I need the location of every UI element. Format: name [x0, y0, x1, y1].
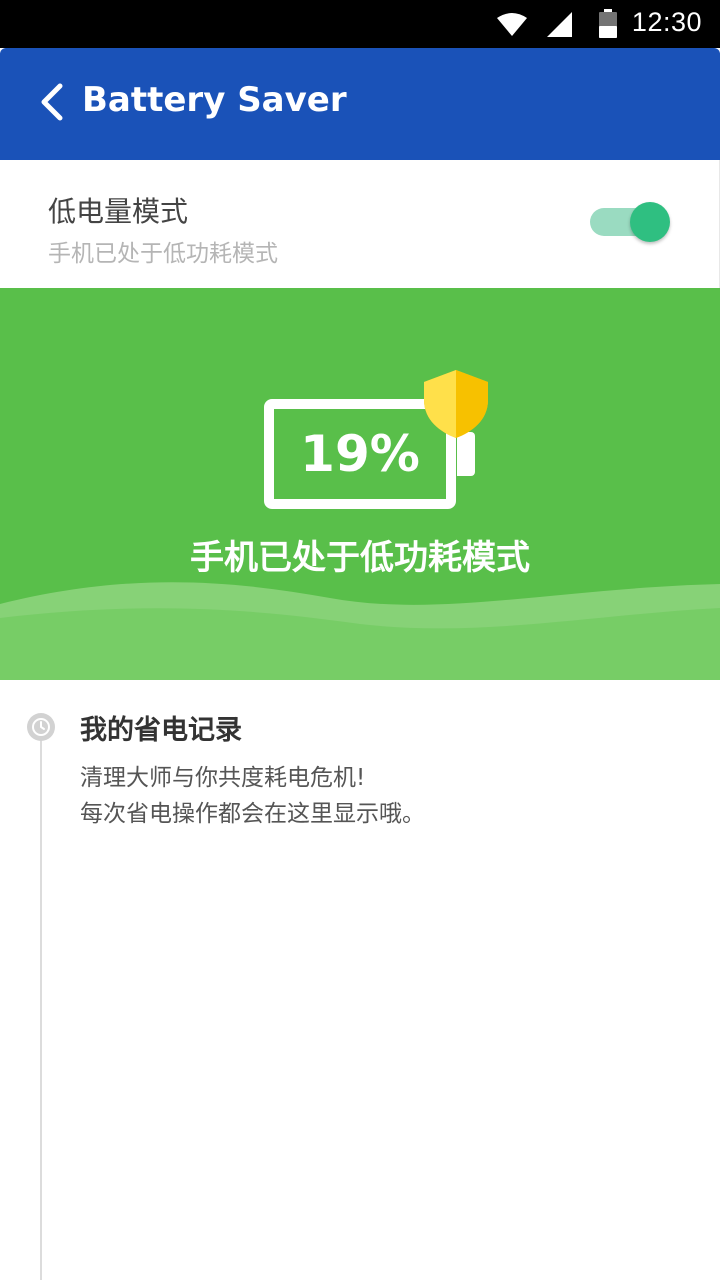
wifi-icon	[496, 12, 528, 42]
history-description-line: 清理大师与你共度耗电危机!	[80, 765, 366, 791]
battery-icon	[598, 9, 618, 43]
status-bar: 12:30	[0, 0, 720, 48]
low-power-mode-subtitle: 手机已处于低功耗模式	[48, 241, 278, 267]
battery-status-message: 手机已处于低功耗模式	[190, 538, 530, 578]
timeline-line	[40, 740, 42, 1280]
shield-icon	[420, 366, 492, 446]
status-time: 12:30	[631, 7, 702, 37]
toggle-thumb	[630, 202, 670, 242]
history-description-line: 每次省电操作都会在这里显示哦。	[80, 801, 425, 827]
clock-icon	[26, 712, 56, 746]
history-title: 我的省电记录	[80, 715, 242, 746]
page-title: Battery Saver	[82, 80, 347, 120]
signal-icon	[546, 12, 574, 42]
back-arrow-icon	[39, 83, 65, 125]
app-bar: Battery Saver	[0, 48, 720, 160]
low-power-mode-toggle[interactable]	[588, 200, 672, 244]
power-saving-history: 我的省电记录 清理大师与你共度耗电危机! 每次省电操作都会在这里显示哦。	[0, 680, 720, 1280]
back-button[interactable]	[28, 78, 76, 130]
low-power-mode-title: 低电量模式	[48, 195, 189, 228]
battery-status-panel: 19% 手机已处于低功耗模式	[0, 288, 720, 680]
